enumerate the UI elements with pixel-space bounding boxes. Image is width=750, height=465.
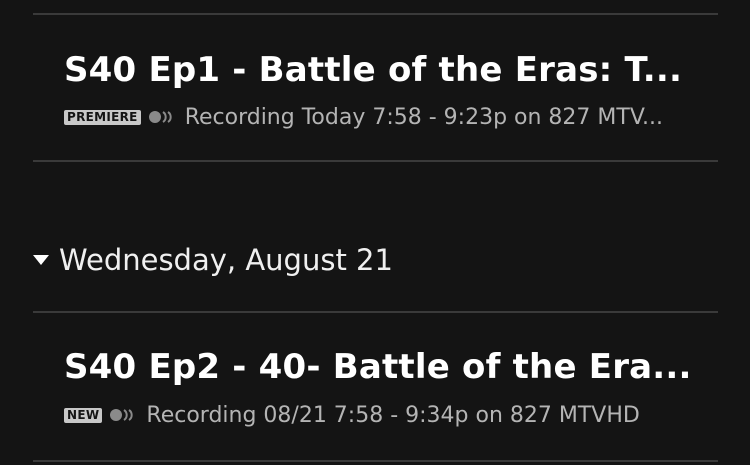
new-badge: NEW <box>64 407 103 423</box>
caret-down-icon <box>33 255 49 265</box>
recording-status-text: Recording Today 7:58 - 9:23p on 827 MTV.… <box>184 104 664 130</box>
divider-top <box>33 13 718 15</box>
divider <box>33 160 718 162</box>
recording-meta: NEW Recording 08/21 7:58 - 9:34p on 827 … <box>64 402 640 428</box>
date-label: Wednesday, August 21 <box>59 243 393 277</box>
premiere-badge: PREMIERE <box>64 109 141 125</box>
recording-meta: PREMIERE Recording Today 7:58 - 9:23p on… <box>64 104 663 130</box>
recording-status-text: Recording 08/21 7:58 - 9:34p on 827 MTVH… <box>146 402 640 428</box>
divider-bottom <box>33 460 718 462</box>
divider <box>33 311 718 313</box>
series-recording-icon <box>110 409 134 421</box>
series-recording-icon <box>148 111 172 123</box>
date-section-header[interactable]: Wednesday, August 21 <box>33 243 393 277</box>
episode-title: S40 Ep1 - Battle of the Eras: T... <box>64 50 683 90</box>
episode-title: S40 Ep2 - 40- Battle of the Era... <box>64 347 692 387</box>
